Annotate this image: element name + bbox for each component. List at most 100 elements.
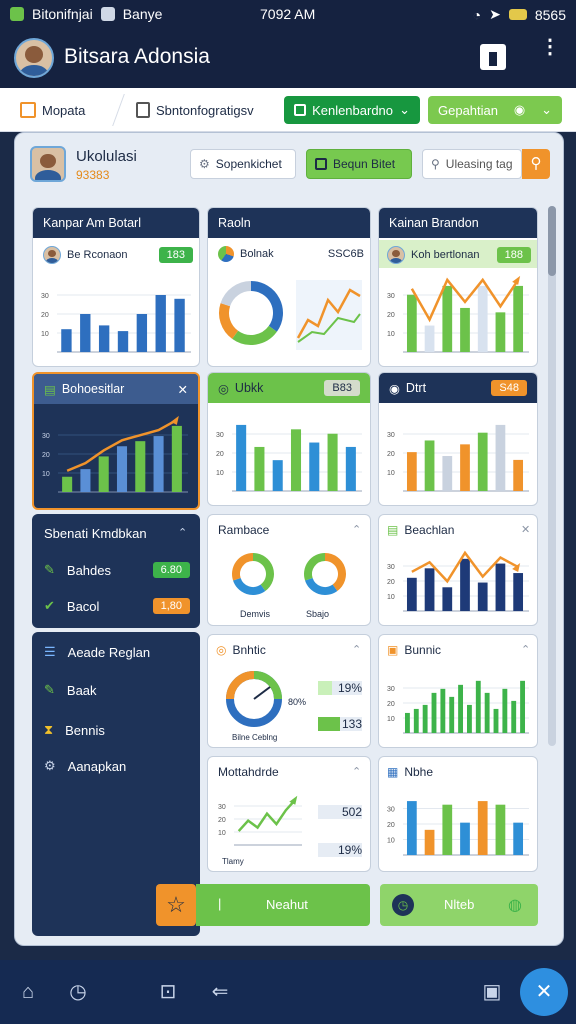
chip-button-2[interactable]: Bequn Bitet [306,149,412,179]
card-5[interactable]: ◎ Ubkk B83 10 20 30 [207,372,371,506]
book-icon[interactable] [480,44,506,70]
tick-label: 30 [218,804,226,811]
bar-chart: 10 20 30 [387,424,529,492]
chevron-up-icon[interactable]: ⌃ [352,643,361,656]
status-bar: Bitonifnjai Banye 7092 AM ◔ ➤ 8565 [0,0,576,28]
summary-panel: Sbenati Kmdbkan ⌃ ✎ Bahdes 6.80 ✔ Bacol … [32,514,200,628]
sidebar-item-4[interactable]: ⚙ Aanapkan [44,758,126,774]
chart-icon: ▤ [44,382,56,397]
chevron-up-icon[interactable]: ⌃ [521,643,530,656]
home-icon[interactable]: ⌂ [16,980,40,1004]
secondary-action-button[interactable]: ◷ Nlteb ◍ [380,884,538,926]
bar [424,325,435,352]
bar [406,294,417,352]
donut-slice [233,577,266,595]
sidebar-item-3[interactable]: ⧗ Bennis [44,722,105,738]
bar [495,424,506,491]
tick-label: 30 [42,433,50,440]
donut-chart [219,281,283,345]
chip-label: Bequn Bitet [333,157,396,171]
clock-icon[interactable]: ◷ [66,980,90,1004]
chart-label: Tlamy [222,857,244,866]
sidebar-item-2[interactable]: ✎ Baak [44,682,97,698]
value-label: SSC6B [327,248,364,260]
donut-chart [232,553,274,595]
tab-middle[interactable]: Sbntonfogratigsv [136,96,254,124]
donut-slice [220,281,252,307]
bar-line-chart: 10 20 30 [387,550,529,612]
bar [116,446,128,492]
summary-row-2[interactable]: ✔ Bacol 1,80 [44,598,190,614]
clock: 7092 AM [260,6,316,22]
tools-fab-button[interactable]: ✕ [520,968,568,1016]
gear-icon: ⚙ [44,758,56,773]
card-7[interactable]: Rambace ⌃ Demvis Sbajo [207,514,371,626]
grid-icon: ▦ [387,765,399,779]
tick-label: 20 [216,451,224,458]
bar-line-chart: 10 20 30 [42,415,188,493]
bar [413,708,419,733]
value-badge: S48 [491,380,527,396]
tick-label: 30 [387,807,395,814]
close-icon[interactable]: ✕ [521,523,530,536]
card-8[interactable]: ▤ Beachlan ✕ 10 20 30 [378,514,538,626]
bar [442,804,453,855]
close-icon[interactable]: ✕ [178,382,188,397]
tick-label: 20 [387,822,395,829]
bar [61,329,72,352]
card-title: Bunnic [404,643,442,657]
summary-label: Bahdes [66,562,111,578]
profile-avatar[interactable] [30,146,66,182]
card-3[interactable]: Kainan Brandon Koh bertlonan 188 10 20 30 [378,207,538,367]
scrollbar-thumb[interactable] [548,206,556,276]
card-2[interactable]: Raoln Bolnak SSC6B [207,207,371,367]
tick-label: 10 [387,716,395,723]
bar [135,441,146,492]
card-12[interactable]: ▦ Nbhe 10 20 30 [378,756,538,872]
bar [513,459,524,491]
card-6[interactable]: ◉ Dtrt S48 10 20 30 [378,372,538,506]
search-input[interactable]: ⚲ Uleasing tag [422,149,522,179]
sidebar-item-label: Bennis [65,722,105,738]
summary-row-1[interactable]: ✎ Bahdes 6.80 [44,562,190,578]
chevron-up-icon[interactable]: ⌃ [352,523,361,536]
avatar[interactable] [14,38,54,78]
app-bar: Bitsara Adonsia ⋮ [0,28,576,88]
window-icon[interactable]: ▣ [480,980,504,1004]
chip-button-1[interactable]: ⚙ Sopenkichet [190,149,296,179]
inbox-icon[interactable]: ⊡ [156,980,180,1004]
edit-icon [20,102,36,118]
bar-chart: 10 20 30 [41,293,191,353]
green-dropdown-button[interactable]: Kenlenbardno ⌄ [284,96,420,124]
scrollbar[interactable] [548,206,556,746]
bar [458,684,464,733]
light-dropdown-button[interactable]: Gepahtian ◉ ⌄ [428,96,562,124]
primary-action-button[interactable]: | Neahut [196,884,370,926]
chevron-down-icon: ⌄ [541,102,552,117]
summary-value: 6.80 [152,562,190,578]
sidebar-item-label: Baak [66,682,97,698]
tick-label: 20 [218,817,226,824]
bar [171,425,182,492]
profile-code: 93383 [76,168,110,182]
more-icon[interactable]: ⋮ [540,37,560,57]
bar [136,314,148,352]
list-icon: ☰ [44,644,56,659]
chevron-up-icon[interactable]: ⌃ [178,526,187,539]
metric-value: 133 [318,717,362,731]
bar [477,432,488,491]
search-button[interactable]: ⚲ [522,149,550,179]
tick-label: 20 [387,579,395,586]
card-11[interactable]: Mottahdrde ⌃ 10 20 30 Tlamy 502 19% [207,756,371,872]
card-10[interactable]: ▣ Bunnic ⌃ 10 20 30 [378,634,538,748]
card-1[interactable]: Kanpar Am Botarl Be Rconaon 183 10 20 30 [32,207,200,367]
star-button[interactable]: ☆ [156,884,196,926]
sidebar-item-1[interactable]: ☰ Aeade Reglan [44,644,150,660]
chevron-up-icon[interactable]: ⌃ [352,765,361,778]
card-4[interactable]: ▤ Bohoesitlar ✕ 10 20 30 [32,372,200,510]
card-9[interactable]: ◎ Bnhtic ⌃ 80% Bilne Ceblng 19% 133 [207,634,371,748]
search-placeholder: Uleasing tag [445,157,513,171]
indicator-icon: | [218,896,222,911]
back-icon[interactable]: ⇐ [208,980,232,1004]
tab-mopata[interactable]: Mopata [20,96,85,124]
